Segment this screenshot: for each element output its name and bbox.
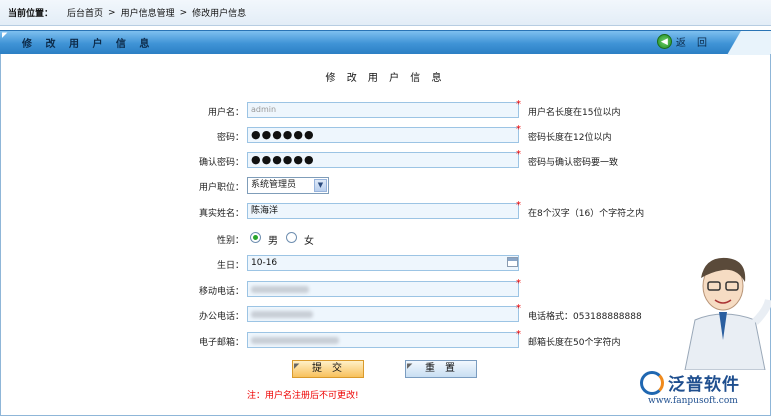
office-phone-hint: 电话格式：053188888888 [528, 312, 642, 322]
required-mark: * [516, 149, 521, 160]
gender-label: 性别： [216, 236, 244, 246]
reset-label: 重置 [425, 363, 465, 374]
corner-icon: ◤ [2, 31, 8, 39]
required-mark: * [516, 329, 521, 340]
office-phone-row: 办公电话： * 电话格式：053188888888 [0, 303, 771, 324]
mobile-field[interactable] [247, 281, 519, 297]
gender-male-radio[interactable] [250, 232, 261, 243]
form-heading: 修 改 用 户 信 息 [325, 73, 446, 84]
realname-row: 真实姓名： 陈海洋 * 在8个汉字（16）个字符之内 [0, 200, 771, 221]
submit-button[interactable]: ◤ 提交 [292, 360, 364, 378]
required-mark: * [516, 303, 521, 314]
brand-url: www.fanpusoft.com [648, 396, 738, 406]
username-note: 注：用户名注册后不可更改! [247, 391, 359, 401]
breadcrumb-separator: > [108, 7, 116, 18]
breadcrumb: 当前位置： 后台首页 > 用户信息管理 > 修改用户信息 [0, 0, 771, 26]
position-select[interactable]: 系统管理员 ▼ [247, 177, 329, 194]
email-label: 电子邮箱： [198, 338, 244, 348]
brand-logo: 泛普软件 [640, 370, 740, 395]
breadcrumb-separator: > [179, 7, 188, 18]
email-row: 电子邮箱： * 邮箱长度在50个字符内 [0, 329, 771, 350]
position-row: 用户职位： 系统管理员 ▼ [0, 177, 771, 195]
username-row: 用户名： admin * 用户名长度在15位以内 [0, 99, 771, 120]
birthday-label: 生日： [216, 261, 244, 271]
realname-hint: 在8个汉字（16）个字符之内 [528, 209, 645, 219]
breadcrumb-current: 修改用户信息 [192, 9, 247, 19]
breadcrumb-user-info-link[interactable]: 用户信息管理 [121, 6, 175, 19]
breadcrumb-label: 当前位置： [8, 9, 54, 19]
birthday-row: 生日： 10-16 [0, 255, 771, 273]
panel-title: 修 改 用 户 信 息 [22, 39, 155, 50]
realname-label: 真实姓名： [198, 209, 244, 219]
position-selected-value: 系统管理员 [251, 180, 297, 190]
mobile-label: 移动电话： [198, 287, 244, 297]
email-hint: 邮箱长度在50个字符内 [528, 338, 621, 348]
required-mark: * [516, 99, 521, 110]
office-phone-field[interactable] [247, 306, 519, 322]
realname-field[interactable]: 陈海洋 [247, 203, 519, 219]
required-mark: * [516, 124, 521, 135]
password-label: 密码： [216, 133, 244, 143]
mobile-row: 移动电话： * [0, 278, 771, 299]
reset-button[interactable]: ◤ 重置 [405, 360, 477, 378]
password-hint: 密码长度在12位以内 [528, 133, 612, 143]
gender-female-label: 女 [304, 236, 314, 247]
redacted-value [251, 286, 309, 293]
required-mark: * [516, 278, 521, 289]
corner-icon: ◤ [294, 362, 300, 370]
corner-icon: ◤ [407, 362, 413, 370]
return-button[interactable]: ◀ 返 回 [656, 34, 711, 49]
gender-row: 性别： 男 女 [0, 230, 771, 248]
email-field[interactable] [247, 332, 519, 348]
redacted-value [251, 311, 313, 318]
gender-female-radio[interactable] [286, 232, 297, 243]
username-label: 用户名： [207, 108, 244, 118]
breadcrumb-home-link[interactable]: 后台首页 [67, 6, 103, 19]
password-row: 密码： ●●●●●● * 密码长度在12位以内 [0, 124, 771, 145]
return-label: 返 回 [675, 38, 711, 49]
required-mark: * [516, 200, 521, 211]
confirm-password-field[interactable]: ●●●●●● [247, 152, 519, 168]
birthday-field[interactable]: 10-16 [247, 255, 519, 271]
redacted-value [251, 337, 339, 344]
confirm-password-row: 确认密码： ●●●●●● * 密码与确认密码要一致 [0, 149, 771, 170]
brand-name: 泛普软件 [668, 375, 740, 395]
calendar-icon[interactable] [507, 257, 518, 267]
chevron-down-icon[interactable]: ▼ [314, 179, 327, 192]
submit-label: 提交 [312, 363, 352, 374]
office-phone-label: 办公电话： [198, 312, 244, 322]
gender-male-label: 男 [268, 236, 278, 247]
password-field[interactable]: ●●●●●● [247, 127, 519, 143]
position-label: 用户职位： [198, 183, 244, 193]
confirm-password-label: 确认密码： [198, 158, 244, 168]
return-arrow-icon: ◀ [656, 34, 672, 49]
title-bar-decoration [711, 31, 771, 55]
username-field[interactable]: admin [247, 102, 519, 118]
panel-title-bar: ◤ 修 改 用 户 信 息 ◀ 返 回 [0, 30, 771, 55]
username-hint: 用户名长度在15位以内 [528, 108, 621, 118]
brand-logo-icon [640, 370, 664, 395]
confirm-password-hint: 密码与确认密码要一致 [528, 158, 619, 168]
mascot-illustration [684, 257, 771, 370]
